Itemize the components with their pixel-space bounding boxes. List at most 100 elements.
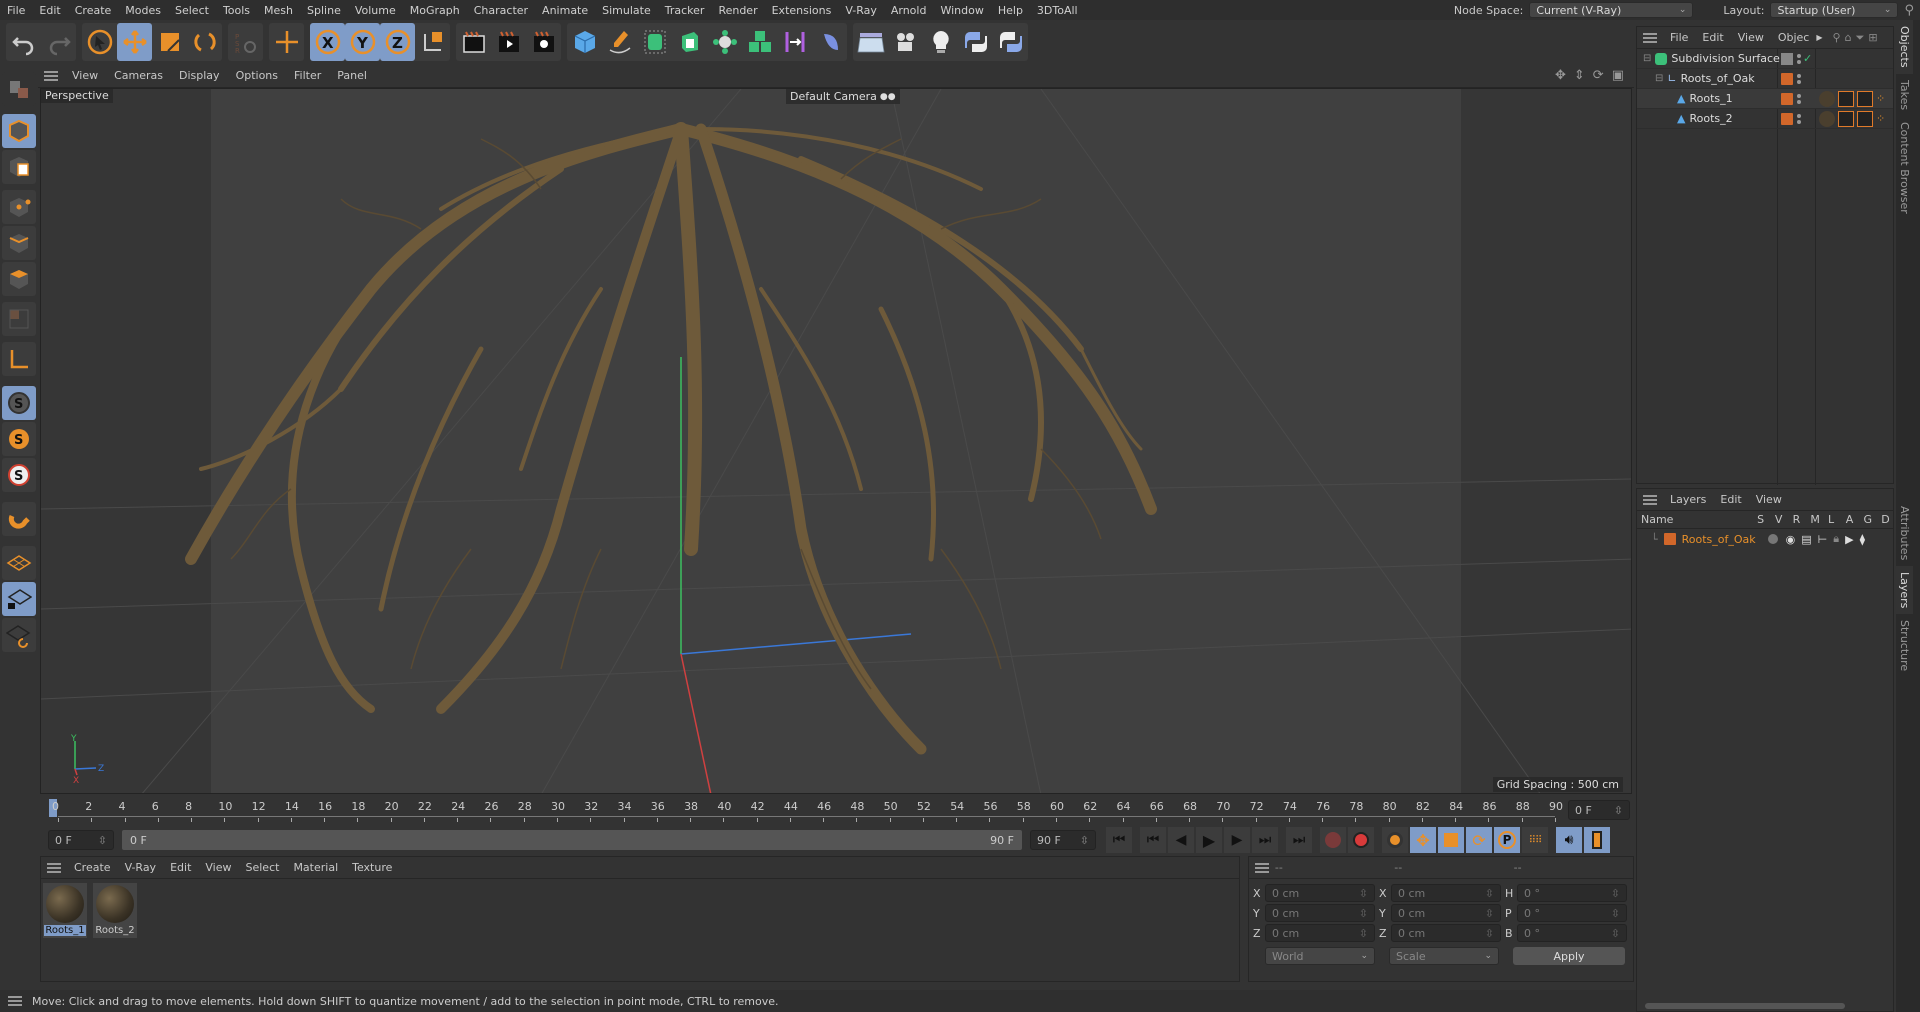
end-frame-field[interactable]: 90 F ⇳ xyxy=(1030,830,1096,850)
uvw-tag-icon[interactable] xyxy=(1838,90,1854,107)
horizontal-scrollbar[interactable] xyxy=(1645,1003,1845,1009)
object-menu-file[interactable]: File xyxy=(1663,31,1695,44)
transform-mode-select[interactable]: Scale ⌄ xyxy=(1389,947,1499,965)
material-tag-icon[interactable] xyxy=(1819,90,1835,107)
current-frame-field[interactable]: 0 F ⇳ xyxy=(1568,800,1630,820)
material-menu-material[interactable]: Material xyxy=(286,861,345,874)
visibility-dots-icon[interactable] xyxy=(1797,93,1801,104)
coordinate-hamburger-icon[interactable] xyxy=(1255,862,1269,873)
menu-tracker[interactable]: Tracker xyxy=(658,4,712,17)
collapse-icon[interactable]: ⊟ xyxy=(1655,73,1663,84)
coordinate-value-field[interactable]: 0 cm ⇳ xyxy=(1265,884,1375,902)
redo-button[interactable] xyxy=(41,23,76,61)
axis-mode-button[interactable] xyxy=(2,342,36,376)
rotate-tool-button[interactable] xyxy=(187,23,222,61)
menu-arnold[interactable]: Arnold xyxy=(884,4,934,17)
search-icon[interactable]: ⚲ xyxy=(1833,31,1841,44)
material-menu-create[interactable]: Create xyxy=(67,861,118,874)
layer-color-swatch[interactable] xyxy=(1781,72,1793,85)
deformer-button[interactable] xyxy=(777,23,812,61)
planar-workplane-button[interactable] xyxy=(2,618,36,652)
layer-hamburger-icon[interactable] xyxy=(1643,494,1657,505)
move-tool-button[interactable] xyxy=(117,23,152,61)
status-hamburger-icon[interactable] xyxy=(8,996,22,1006)
layout-select[interactable]: Startup (User) ⌄ xyxy=(1770,2,1899,18)
vertex-map-tag-icon[interactable]: ⁘ xyxy=(1876,92,1885,105)
visibility-dots-icon[interactable] xyxy=(1797,73,1801,84)
keyframe-selection-button[interactable] xyxy=(1382,827,1408,853)
object-menu-view[interactable]: View xyxy=(1731,31,1771,44)
menu-animate[interactable]: Animate xyxy=(535,4,595,17)
node-space-select[interactable]: Current (V-Ray) ⌄ xyxy=(1529,2,1694,18)
coordinate-value-field[interactable]: 0 cm ⇳ xyxy=(1391,924,1501,942)
camera-label[interactable]: Default Camera ●● xyxy=(786,89,900,104)
more-menu-icon[interactable]: ▶ xyxy=(1816,33,1822,42)
timeline-ruler[interactable]: 0 2 4 6 8 10 12 14 16 18 20 22 24 26 28 30 32 34 36 38 40 42 4… xyxy=(40,794,1634,826)
object-hamburger-icon[interactable] xyxy=(1643,32,1657,43)
menu-character[interactable]: Character xyxy=(467,4,535,17)
object-row-roots-2[interactable]: ▲ Roots_2 ⁘ xyxy=(1637,109,1893,129)
undo-button[interactable] xyxy=(6,23,41,61)
filter-icon[interactable]: ⏷ xyxy=(1856,31,1865,45)
start-frame-field[interactable]: 0 F ⇳ xyxy=(48,830,114,850)
layer-menu-view[interactable]: View xyxy=(1749,493,1789,506)
tab-objects[interactable]: Objects xyxy=(1896,20,1913,74)
viewport-menu-cameras[interactable]: Cameras xyxy=(106,69,171,82)
material-menu-vray[interactable]: V-Ray xyxy=(118,861,164,874)
previous-frame-button[interactable]: ◀ xyxy=(1168,827,1194,853)
search-icon[interactable]: ⚲ xyxy=(1904,3,1914,18)
coordinate-value-field[interactable]: 0 cm ⇳ xyxy=(1265,904,1375,922)
tab-layers[interactable]: Layers xyxy=(1896,565,1913,615)
next-key-button[interactable]: ⏭ xyxy=(1252,827,1278,853)
python-alt-button[interactable] xyxy=(993,23,1028,61)
vertex-map-tag-icon[interactable]: ⁘ xyxy=(1876,112,1885,125)
polygon-mode-button[interactable] xyxy=(2,262,36,296)
coordinate-value-field[interactable]: 0 ° ⇳ xyxy=(1517,904,1627,922)
layer-menu-layers[interactable]: Layers xyxy=(1663,493,1713,506)
layer-menu-edit[interactable]: Edit xyxy=(1713,493,1748,506)
coordinate-value-field[interactable]: 0 ° ⇳ xyxy=(1517,924,1627,942)
timeline-button[interactable] xyxy=(1584,827,1610,853)
layer-color-swatch[interactable] xyxy=(1781,112,1793,125)
home-icon[interactable]: ⌂ xyxy=(1845,31,1852,44)
viewport-menu-filter[interactable]: Filter xyxy=(286,69,329,82)
key-pla-button[interactable]: ⠿⠿ xyxy=(1522,827,1548,853)
camera-button[interactable] xyxy=(888,23,923,61)
generator-button[interactable] xyxy=(742,23,777,61)
material-menu-select[interactable]: Select xyxy=(239,861,287,874)
key-scale-button[interactable] xyxy=(1438,827,1464,853)
scale-tool-button[interactable] xyxy=(152,23,187,61)
material-menu-edit[interactable]: Edit xyxy=(163,861,198,874)
edit-toggle-icon[interactable] xyxy=(1781,52,1793,65)
menu-volume[interactable]: Volume xyxy=(348,4,403,17)
viewport-menu-panel[interactable]: Panel xyxy=(329,69,375,82)
frame-range-slider[interactable]: 0 F 90 F xyxy=(122,830,1022,850)
snap-button[interactable] xyxy=(2,502,36,536)
object-row-roots-1[interactable]: ▲ Roots_1 ⁘ xyxy=(1637,89,1893,109)
key-rotation-button[interactable]: ⟳ xyxy=(1466,827,1492,853)
tab-takes[interactable]: Takes xyxy=(1896,74,1913,116)
tab-attributes[interactable]: Attributes xyxy=(1896,500,1913,566)
menu-tools[interactable]: Tools xyxy=(216,4,257,17)
tab-structure[interactable]: Structure xyxy=(1896,614,1913,677)
pan-view-icon[interactable]: ✥ xyxy=(1555,68,1566,83)
render-view-button[interactable] xyxy=(456,23,491,61)
uv-mode-button[interactable] xyxy=(2,302,36,336)
material-item[interactable]: Roots_2 xyxy=(93,883,137,938)
coordinate-mode-select[interactable]: World ⌄ xyxy=(1265,947,1375,965)
z-axis-button[interactable]: Z xyxy=(380,23,415,61)
menu-edit[interactable]: Edit xyxy=(32,4,67,17)
lock-toggle-icon[interactable]: 🔒︎ xyxy=(1833,532,1839,546)
cube-button[interactable] xyxy=(567,23,602,61)
solo-single-button[interactable]: S xyxy=(2,422,36,456)
tab-content-browser[interactable]: Content Browser xyxy=(1896,116,1913,220)
new-view-icon[interactable]: ⊞ xyxy=(1868,31,1877,44)
select-tool-button[interactable] xyxy=(82,23,117,61)
menu-help[interactable]: Help xyxy=(991,4,1030,17)
object-menu-object[interactable]: Objec xyxy=(1771,31,1817,44)
coordinate-value-field[interactable]: 0 cm ⇳ xyxy=(1265,924,1375,942)
material-menu-view[interactable]: View xyxy=(198,861,238,874)
psr-button[interactable]: PSR xyxy=(228,23,263,61)
visibility-dots-icon[interactable] xyxy=(1797,53,1801,64)
workplane-button[interactable] xyxy=(2,546,36,580)
